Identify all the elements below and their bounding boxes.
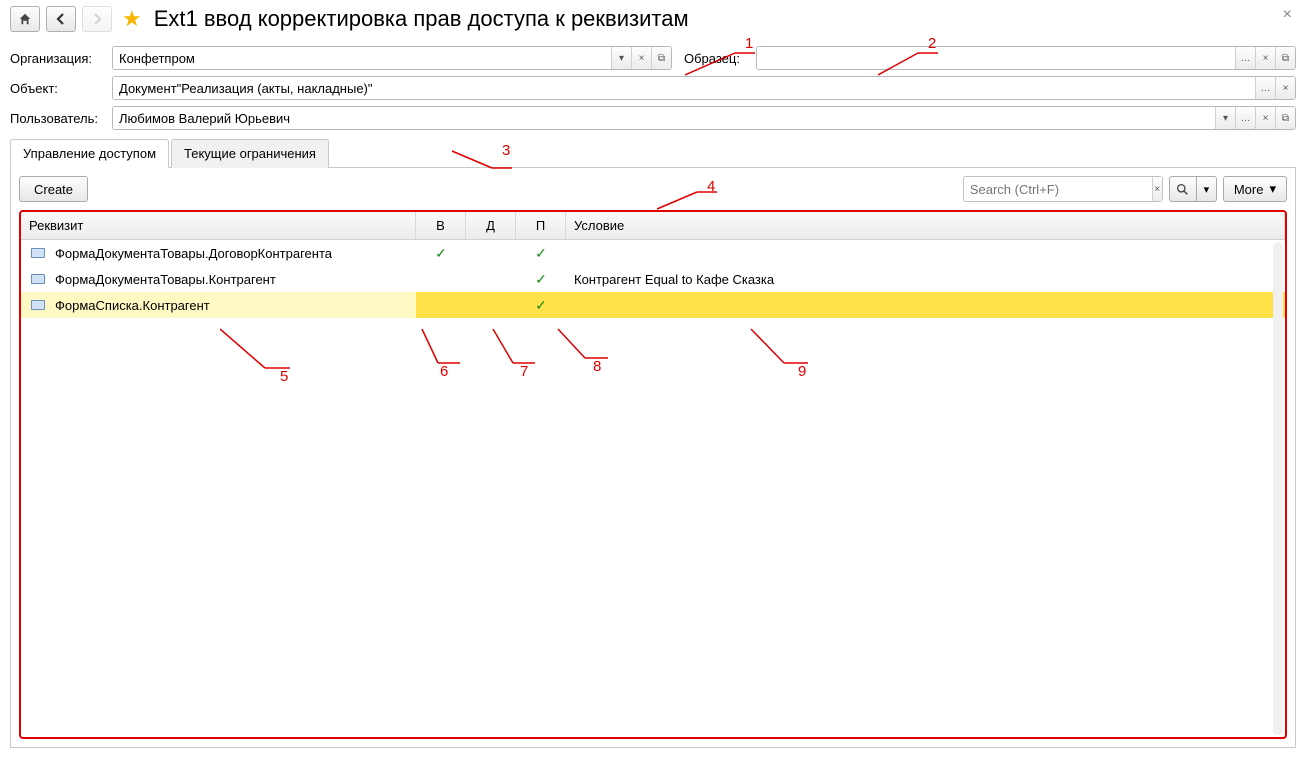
choose-icon[interactable]: … — [1235, 107, 1255, 129]
chevron-down-icon: ▾ — [1269, 181, 1276, 197]
table-row[interactable]: ФормаДокументаТовары.ДоговорКонтрагента ✓… — [21, 240, 1285, 266]
access-table: Реквизит В Д П Условие ФормаДокументаТов… — [19, 210, 1287, 739]
dropdown-icon[interactable]: ▾ — [1215, 107, 1235, 129]
col-v[interactable]: В — [416, 212, 466, 239]
tab-access[interactable]: Управление доступом — [10, 139, 169, 168]
cell-d[interactable] — [466, 292, 516, 318]
cell-v[interactable]: ✓ — [416, 240, 466, 266]
table-row[interactable]: ФормаСписка.Контрагент ✓ — [21, 292, 1285, 318]
choose-icon[interactable]: … — [1255, 77, 1275, 99]
cell-p[interactable]: ✓ — [516, 292, 566, 318]
search-dropdown-icon[interactable]: ▾ — [1197, 176, 1217, 202]
col-d[interactable]: Д — [466, 212, 516, 239]
obrazec-label: Образец: — [684, 51, 752, 66]
clear-icon[interactable]: × — [1255, 107, 1275, 129]
open-icon[interactable]: ⧉ — [1275, 47, 1295, 69]
cell-d[interactable] — [466, 266, 516, 292]
close-button[interactable]: × — [1283, 6, 1292, 24]
choose-icon[interactable]: … — [1235, 47, 1255, 69]
cell-condition[interactable]: Контрагент Equal to Кафе Сказка — [566, 266, 1285, 292]
check-icon: ✓ — [435, 245, 447, 262]
check-icon: ✓ — [535, 271, 547, 288]
home-button[interactable] — [10, 6, 40, 32]
cell-requisite: ФормаДокументаТовары.ДоговорКонтрагента — [55, 246, 332, 261]
forward-button — [82, 6, 112, 32]
clear-icon[interactable]: × — [1275, 77, 1295, 99]
org-field[interactable]: ▾ × ⧉ — [112, 46, 672, 70]
user-label: Пользователь: — [10, 111, 108, 126]
cell-requisite: ФормаДокументаТовары.Контрагент — [55, 272, 276, 287]
scrollbar[interactable] — [1273, 242, 1283, 735]
check-icon: ✓ — [535, 297, 547, 314]
user-field[interactable]: ▾ … × ⧉ — [112, 106, 1296, 130]
tab-restrictions[interactable]: Текущие ограничения — [171, 139, 329, 168]
document-icon — [31, 300, 45, 310]
obrazec-input[interactable] — [757, 47, 1235, 69]
object-input[interactable] — [113, 77, 1255, 99]
cell-v[interactable] — [416, 292, 466, 318]
clear-icon[interactable]: × — [631, 47, 651, 69]
cell-p[interactable]: ✓ — [516, 240, 566, 266]
object-label: Объект: — [10, 81, 108, 96]
clear-search-icon[interactable]: × — [1152, 177, 1162, 201]
org-input[interactable] — [113, 47, 611, 69]
document-icon — [31, 274, 45, 284]
document-icon — [31, 248, 45, 258]
search-field[interactable]: × — [963, 176, 1163, 202]
cell-d[interactable] — [466, 240, 516, 266]
object-field[interactable]: … × — [112, 76, 1296, 100]
cell-condition[interactable] — [566, 292, 1285, 318]
search-button[interactable] — [1169, 176, 1197, 202]
org-label: Организация: — [10, 51, 108, 66]
col-condition[interactable]: Условие — [566, 212, 1285, 239]
star-icon: ★ — [122, 6, 142, 32]
cell-requisite: ФормаСписка.Контрагент — [55, 298, 210, 313]
clear-icon[interactable]: × — [1255, 47, 1275, 69]
cell-p[interactable]: ✓ — [516, 266, 566, 292]
cell-condition[interactable] — [566, 240, 1285, 266]
dropdown-icon[interactable]: ▾ — [611, 47, 631, 69]
col-requisite[interactable]: Реквизит — [21, 212, 416, 239]
more-button[interactable]: More▾ — [1223, 176, 1287, 202]
user-input[interactable] — [113, 107, 1215, 129]
table-row[interactable]: ФормаДокументаТовары.Контрагент ✓ Контраге… — [21, 266, 1285, 292]
open-icon[interactable]: ⧉ — [651, 47, 671, 69]
obrazec-field[interactable]: … × ⧉ — [756, 46, 1296, 70]
page-title: Ext1 ввод корректировка прав доступа к р… — [154, 6, 689, 32]
open-icon[interactable]: ⧉ — [1275, 107, 1295, 129]
col-p[interactable]: П — [516, 212, 566, 239]
back-button[interactable] — [46, 6, 76, 32]
create-button[interactable]: Create — [19, 176, 88, 202]
cell-v[interactable] — [416, 266, 466, 292]
search-input[interactable] — [964, 182, 1152, 197]
check-icon: ✓ — [535, 245, 547, 262]
